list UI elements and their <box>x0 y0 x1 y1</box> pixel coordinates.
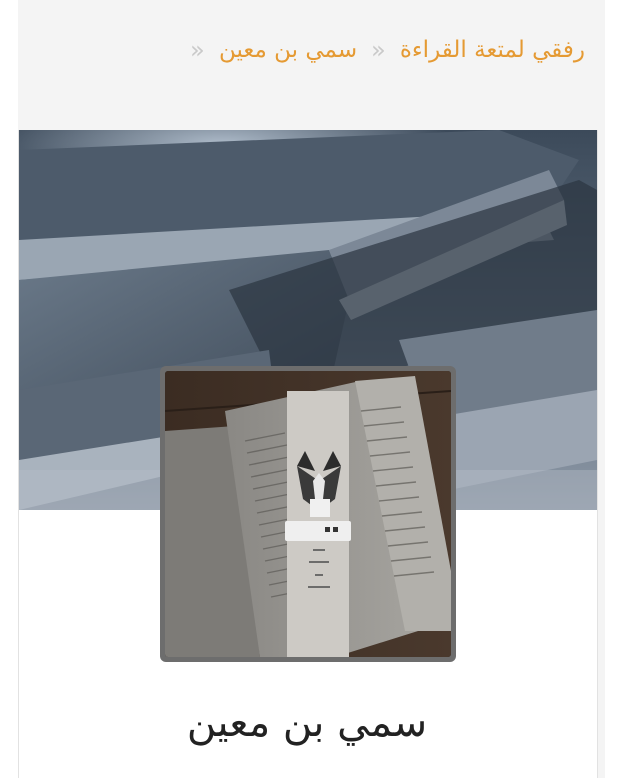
avatar[interactable] <box>160 366 456 662</box>
breadcrumb: رفقي لمتعة القراءة » سمي بن معين » <box>18 0 605 100</box>
breadcrumb-item-profile[interactable]: سمي بن معين <box>219 37 357 63</box>
double-chevron-icon: » <box>190 36 205 64</box>
page: رفقي لمتعة القراءة » سمي بن معين » سمي ب… <box>0 0 623 778</box>
breadcrumb-item-home[interactable]: رفقي لمتعة القراءة <box>400 37 585 63</box>
double-chevron-icon: » <box>371 36 386 64</box>
cat-bookmark-avatar-image <box>165 371 451 657</box>
profile-name: سمي بن معين <box>186 700 428 746</box>
